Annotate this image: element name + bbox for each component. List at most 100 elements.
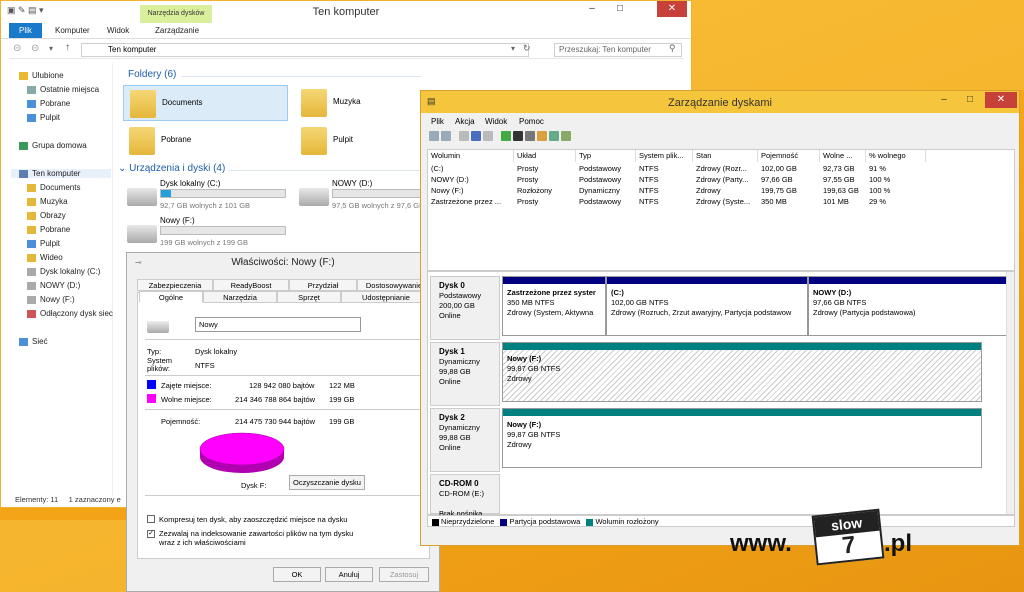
menu-akcja[interactable]: Akcja — [455, 115, 475, 129]
partition-system-reserved[interactable]: Zastrzeżone przez syster 350 MB NTFS Zdrow… — [502, 276, 606, 336]
maximize-button[interactable]: □ — [957, 92, 983, 108]
tab-plik[interactable]: Plik — [9, 23, 42, 38]
folders-header[interactable]: Foldery (6) — [128, 69, 176, 80]
nav-item-ulubione[interactable]: Ulubione — [19, 71, 64, 80]
menu-plik[interactable]: Plik — [431, 115, 444, 129]
dm-titlebar[interactable]: ▤ Zarządzanie dyskami – □ ✕ — [421, 91, 1019, 113]
refresh-icon[interactable]: ↻ — [523, 43, 531, 54]
nav-item-ten-komputer[interactable]: Ten komputer — [11, 169, 111, 178]
refresh-icon[interactable] — [501, 131, 511, 141]
col-wolumin[interactable]: Wolumin — [428, 150, 514, 162]
settings-icon[interactable] — [525, 131, 535, 141]
col-wolne[interactable]: Wolne ... — [820, 150, 866, 162]
close-button[interactable]: ✕ — [657, 1, 687, 17]
nav-item-nowy-d[interactable]: NOWY (D:) — [27, 281, 80, 290]
open-icon[interactable] — [537, 131, 547, 141]
tab-ogolne[interactable]: Ogólne — [139, 291, 203, 303]
col-typ[interactable]: Typ — [576, 150, 636, 162]
up-arrow-icon[interactable]: ↑ — [65, 42, 70, 53]
index-checkbox[interactable]: ✓ — [147, 530, 155, 538]
cdrom-label[interactable]: CD-ROM 0 CD-ROM (E:) Brak nośnika — [430, 474, 500, 518]
cancel-button[interactable]: Anuluj — [325, 567, 373, 582]
disk-2-label[interactable]: Dysk 2 Dynamiczny 99,88 GB Online — [430, 408, 500, 472]
nav-item-muzyka[interactable]: Muzyka — [27, 197, 68, 206]
search-icon[interactable]: ⚲ — [669, 43, 676, 54]
maximize-button[interactable]: □ — [607, 1, 633, 17]
volume-row-name[interactable]: Nowy (F:) — [428, 185, 514, 196]
tab-readyboost[interactable]: ReadyBoost — [213, 279, 289, 291]
nav-item-pobrane2[interactable]: Pobrane — [27, 225, 70, 234]
compress-checkbox[interactable] — [147, 515, 155, 523]
used-color-swatch — [147, 380, 156, 389]
status-items: Elementy: 11 — [15, 495, 59, 504]
minimize-button[interactable]: – — [931, 92, 957, 108]
ok-button[interactable]: OK — [273, 567, 321, 582]
nav-item-documents[interactable]: Documents — [27, 183, 80, 192]
partition-f-disk1[interactable]: Nowy (F:) 99,87 GB NTFS Zdrowy — [502, 342, 982, 402]
address-dropdown-icon[interactable]: ▾ — [511, 44, 515, 53]
volume-row-name[interactable]: (C:) — [428, 163, 514, 174]
tab-narzedzia[interactable]: Narzędzia — [203, 291, 277, 303]
tab-udostepnianie[interactable]: Udostępnianie — [341, 291, 431, 303]
drive-f[interactable]: Nowy (F:) 199 GB wolnych z 199 GB — [123, 215, 289, 251]
nav-item-dysk-c[interactable]: Dysk lokalny (C:) — [27, 267, 100, 276]
star-icon — [19, 71, 28, 80]
tab-zabezpieczenia[interactable]: Zabezpieczenia — [137, 279, 213, 291]
col-pojemnosc[interactable]: Pojemność — [758, 150, 820, 162]
delete-icon[interactable] — [513, 131, 523, 141]
close-button[interactable]: ✕ — [985, 92, 1017, 108]
nav-item-obrazy[interactable]: Obrazy — [27, 211, 66, 220]
nav-item-siec[interactable]: Sieć — [19, 337, 48, 346]
menu-widok[interactable]: Widok — [485, 115, 507, 129]
disk-0-label[interactable]: Dysk 0 Podstawowy 200,00 GB Online — [430, 276, 500, 340]
minimize-button[interactable]: – — [579, 1, 605, 17]
search-input[interactable]: Przeszukaj: Ten komputer — [554, 43, 682, 57]
col-stan[interactable]: Stan — [693, 150, 758, 162]
menu-pomoc[interactable]: Pomoc — [519, 115, 544, 129]
col-uklad[interactable]: Układ — [514, 150, 576, 162]
explorer-titlebar[interactable]: ▣ ✎ ▤ ▾ Narzędzia dysków Ten komputer – … — [1, 1, 691, 23]
back-icon[interactable]: ⊝ — [13, 43, 21, 54]
folder-documents[interactable]: Documents — [123, 85, 288, 121]
nav-item-network-drive[interactable]: Odłączony dysk siec — [27, 309, 113, 318]
tab-przydzial[interactable]: Przydział — [289, 279, 357, 291]
col-system-plikow[interactable]: System plik... — [636, 150, 693, 162]
nav-item-grupa[interactable]: Grupa domowa — [19, 141, 87, 150]
address-input[interactable]: Ten komputer — [81, 43, 529, 57]
volume-row-name[interactable]: NOWY (D:) — [428, 174, 514, 185]
apply-button[interactable]: Zastosuj — [379, 567, 429, 582]
nav-item-ostatnie[interactable]: Ostatnie miejsca — [27, 85, 99, 94]
tab-widok[interactable]: Widok — [99, 23, 137, 38]
help-icon[interactable] — [471, 131, 481, 141]
nav-item-pulpit[interactable]: Pulpit — [27, 113, 60, 122]
disk-1-label[interactable]: Dysk 1 Dynamiczny 99,88 GB Online — [430, 342, 500, 406]
view-icon[interactable] — [459, 131, 469, 141]
partition-c[interactable]: (C:) 102,00 GB NTFS Zdrowy (Rozruch, Zrzut… — [606, 276, 808, 336]
forward-icon[interactable]: ⊝ — [31, 43, 39, 54]
back-icon[interactable] — [429, 131, 439, 141]
action-icon[interactable] — [561, 131, 571, 141]
devices-header[interactable]: ⌄ Urządzenia i dyski (4) — [118, 163, 225, 174]
chevron-down-icon[interactable]: ▾ — [49, 44, 53, 53]
nav-item-pobrane[interactable]: Pobrane — [27, 99, 70, 108]
nav-item-wideo[interactable]: Wideo — [27, 253, 63, 262]
tab-zarzadzanie[interactable]: Zarządzanie — [147, 23, 207, 38]
legend-swatch-primary — [500, 518, 508, 526]
col-procent-wolnego[interactable]: % wolnego — [866, 150, 926, 162]
partition-f-disk2[interactable]: Nowy (F:) 99,87 GB NTFS Zdrowy — [502, 408, 982, 468]
search-icon[interactable] — [549, 131, 559, 141]
disk-cleanup-button[interactable]: Oczyszczanie dysku — [289, 475, 365, 490]
partition-d[interactable]: NOWY (D:) 97,66 GB NTFS Zdrowy (Partycja p… — [808, 276, 1008, 336]
volume-row-name[interactable]: Zastrzeżone przez ... — [428, 196, 514, 207]
volume-label-input[interactable]: Nowy — [195, 317, 361, 332]
nav-item-pulpit2[interactable]: Pulpit — [27, 239, 60, 248]
properties-icon[interactable] — [483, 131, 493, 141]
tab-sprzet[interactable]: Sprzęt — [277, 291, 341, 303]
nav-item-nowy-f[interactable]: Nowy (F:) — [27, 295, 75, 304]
forward-icon[interactable] — [441, 131, 451, 141]
tab-komputer[interactable]: Komputer — [47, 23, 98, 38]
vertical-scrollbar[interactable] — [1006, 272, 1014, 514]
folder-pobrane[interactable]: Pobrane — [123, 123, 288, 159]
drive-c[interactable]: Dysk lokalny (C:) 92,7 GB wolnych z 101 G… — [123, 178, 289, 214]
volume-cell: NTFS — [639, 186, 659, 195]
